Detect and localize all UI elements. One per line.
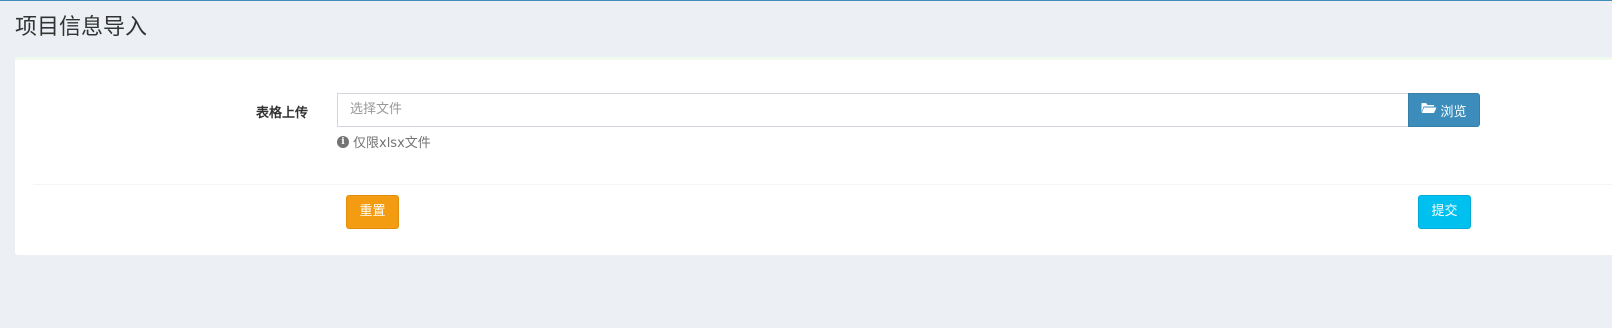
browse-button-label: 浏览: [1440, 104, 1467, 120]
upload-form-panel: 表格上传 选择文件 浏览 i 仅限xlsx文件 重置 提交: [15, 57, 1612, 255]
info-circle-icon: i: [337, 135, 349, 148]
file-path-input[interactable]: 选择文件: [337, 93, 1409, 127]
page-title: 项目信息导入: [15, 15, 148, 40]
reset-button[interactable]: 重置: [346, 195, 399, 229]
submit-button[interactable]: 提交: [1418, 195, 1471, 229]
file-type-hint: i 仅限xlsx文件: [337, 132, 431, 151]
folder-open-icon: [1421, 102, 1437, 118]
file-input-placeholder: 选择文件: [350, 102, 403, 117]
browse-button[interactable]: 浏览: [1408, 93, 1480, 127]
file-type-hint-text: 仅限xlsx文件: [353, 136, 431, 151]
upload-field-label: 表格上传: [255, 106, 308, 121]
form-footer-divider: [33, 184, 1612, 185]
